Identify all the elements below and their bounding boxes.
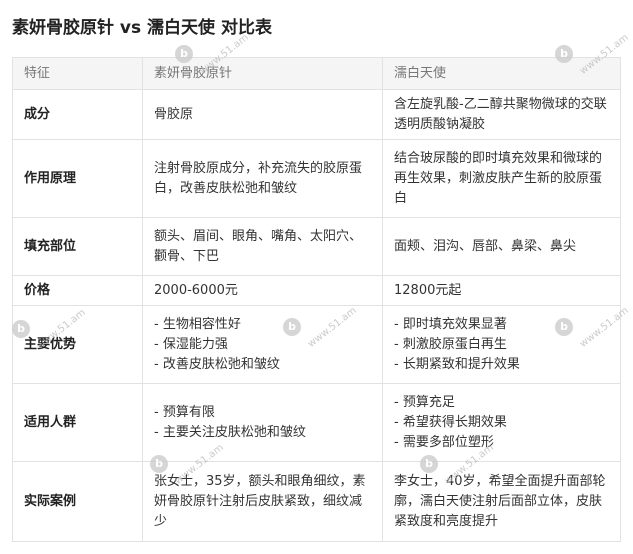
cell-product-b: 12800元起	[382, 275, 621, 306]
cell-product-a: 注射骨胶原成分，补充流失的胶原蛋白，改善皮肤松弛和皱纹	[142, 139, 383, 218]
cell-product-b: 结合玻尿酸的即时填充效果和微球的再生效果，刺激皮肤产生新的胶原蛋白	[382, 139, 621, 218]
row-label: 价格	[12, 275, 143, 306]
cell-product-b: 面颊、泪沟、唇部、鼻梁、鼻尖	[382, 217, 621, 276]
page-title: 素妍骨胶原针 vs 濡白天使 对比表	[12, 18, 272, 38]
column-header-feature: 特征	[12, 57, 143, 90]
column-header-product-b: 濡白天使	[382, 57, 621, 90]
table-row: 作用原理 注射骨胶原成分，补充流失的胶原蛋白，改善皮肤松弛和皱纹 结合玻尿酸的即…	[12, 139, 621, 218]
table-row: 价格 2000-6000元 12800元起	[12, 275, 621, 306]
row-label: 作用原理	[12, 139, 143, 218]
cell-product-a: 预算有限 主要关注皮肤松弛和皱纹	[142, 383, 383, 462]
table-row: 适用人群 预算有限 主要关注皮肤松弛和皱纹 预算充足 希望获得长期效果 需要多部…	[12, 383, 621, 462]
column-header-product-a: 素妍骨胶原针	[142, 57, 383, 90]
list-item: 保湿能力强	[154, 335, 371, 355]
audience-list: 预算有限 主要关注皮肤松弛和皱纹	[154, 403, 371, 443]
row-label: 成分	[12, 89, 143, 140]
list-item: 生物相容性好	[154, 315, 371, 335]
table-row: 填充部位 额头、眉间、眼角、嘴角、太阳穴、颧骨、下巴 面颊、泪沟、唇部、鼻梁、鼻…	[12, 217, 621, 276]
list-item: 长期紧致和提升效果	[394, 355, 609, 375]
cell-product-b: 预算充足 希望获得长期效果 需要多部位塑形	[382, 383, 621, 462]
cell-product-a: 骨胶原	[142, 89, 383, 140]
list-item: 希望获得长期效果	[394, 413, 609, 433]
row-label: 填充部位	[12, 217, 143, 276]
audience-list: 预算充足 希望获得长期效果 需要多部位塑形	[394, 393, 609, 453]
comparison-table: 特征 素妍骨胶原针 濡白天使 成分 骨胶原 含左旋乳酸-乙二醇共聚物微球的交联透…	[12, 57, 621, 542]
table-row: 实际案例 张女士，35岁，额头和眼角细纹，素妍骨胶原针注射后皮肤紧致，细纹减少 …	[12, 461, 621, 542]
cell-product-a: 张女士，35岁，额头和眼角细纹，素妍骨胶原针注射后皮肤紧致，细纹减少	[142, 461, 383, 542]
list-item: 即时填充效果显著	[394, 315, 609, 335]
advantage-list: 即时填充效果显著 刺激胶原蛋白再生 长期紧致和提升效果	[394, 315, 609, 375]
cell-product-a: 额头、眉间、眼角、嘴角、太阳穴、颧骨、下巴	[142, 217, 383, 276]
cell-product-a: 生物相容性好 保湿能力强 改善皮肤松弛和皱纹	[142, 305, 383, 384]
list-item: 预算充足	[394, 393, 609, 413]
list-item: 主要关注皮肤松弛和皱纹	[154, 423, 371, 443]
list-item: 需要多部位塑形	[394, 433, 609, 453]
list-item: 改善皮肤松弛和皱纹	[154, 355, 371, 375]
table-header-row: 特征 素妍骨胶原针 濡白天使	[12, 57, 621, 90]
table-row: 主要优势 生物相容性好 保湿能力强 改善皮肤松弛和皱纹 即时填充效果显著 刺激胶…	[12, 305, 621, 384]
cell-product-b: 李女士，40岁，希望全面提升面部轮廓，濡白天使注射后面部立体，皮肤紧致度和亮度提…	[382, 461, 621, 542]
cell-product-b: 即时填充效果显著 刺激胶原蛋白再生 长期紧致和提升效果	[382, 305, 621, 384]
cell-product-b: 含左旋乳酸-乙二醇共聚物微球的交联透明质酸钠凝胶	[382, 89, 621, 140]
advantage-list: 生物相容性好 保湿能力强 改善皮肤松弛和皱纹	[154, 315, 371, 375]
list-item: 预算有限	[154, 403, 371, 423]
table-row: 成分 骨胶原 含左旋乳酸-乙二醇共聚物微球的交联透明质酸钠凝胶	[12, 89, 621, 140]
list-item: 刺激胶原蛋白再生	[394, 335, 609, 355]
row-label: 主要优势	[12, 305, 143, 384]
row-label: 实际案例	[12, 461, 143, 542]
row-label: 适用人群	[12, 383, 143, 462]
cell-product-a: 2000-6000元	[142, 275, 383, 306]
